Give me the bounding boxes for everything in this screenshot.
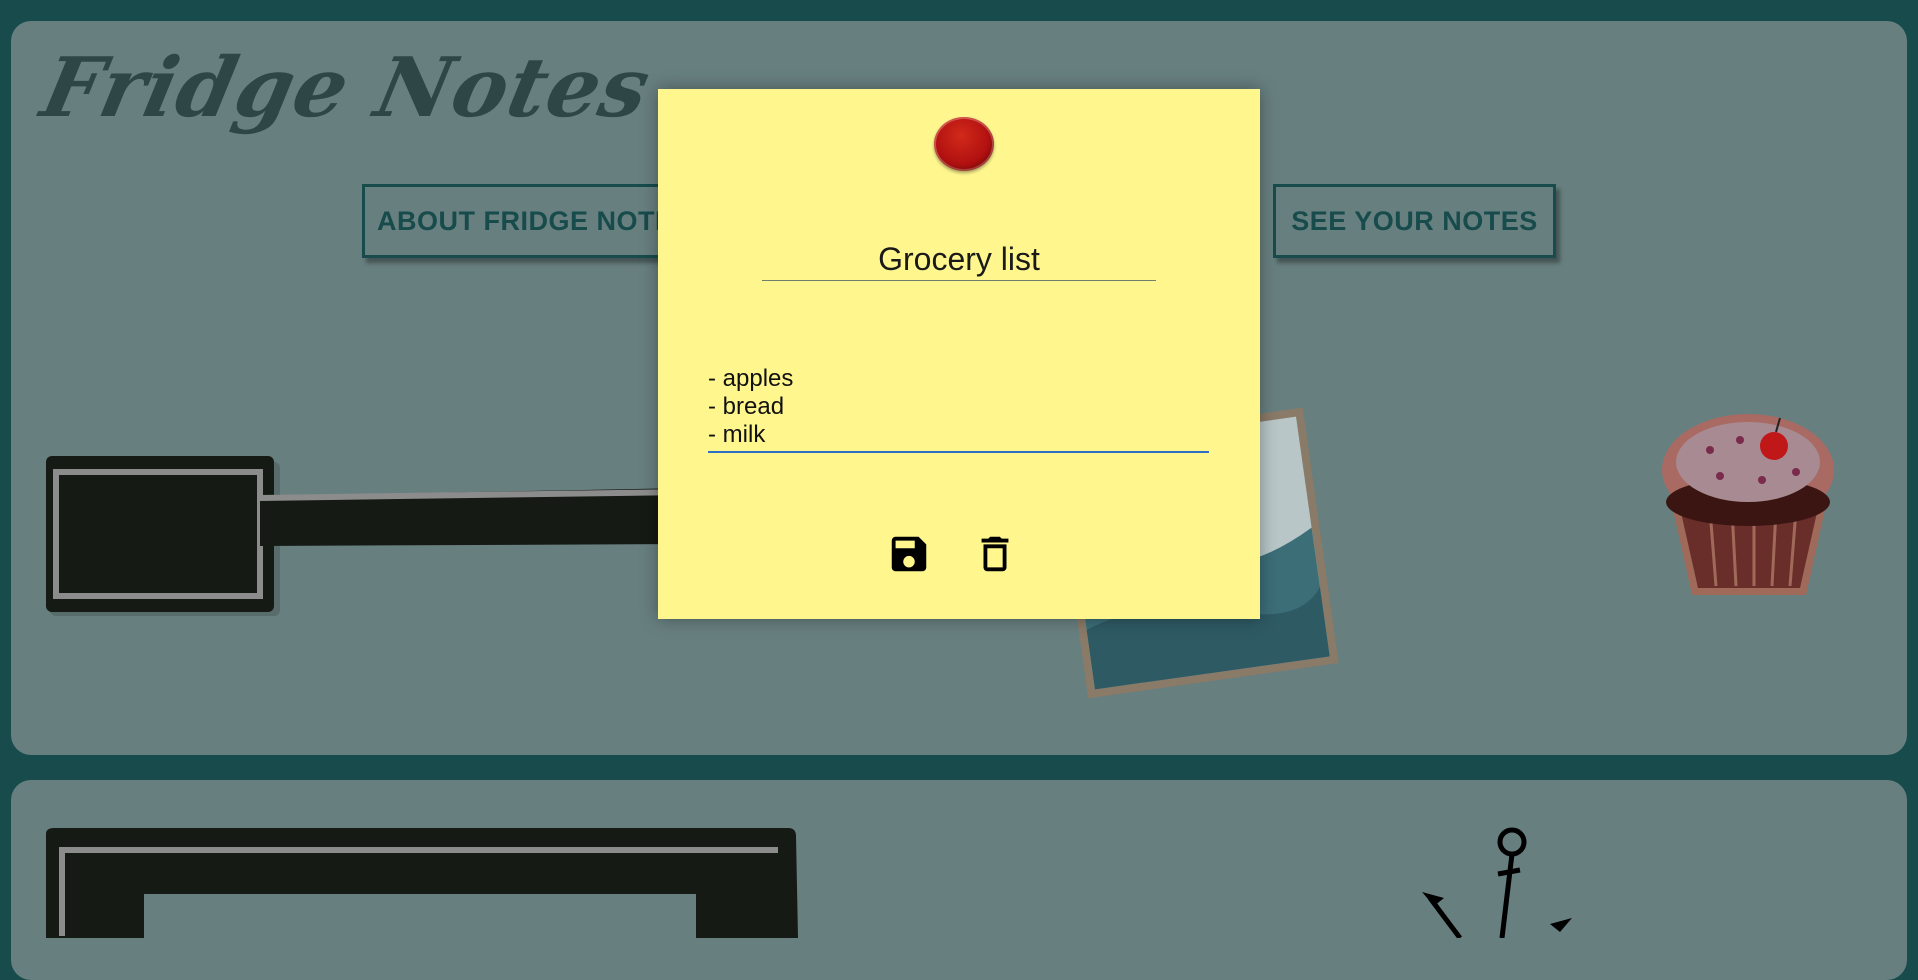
see-notes-button[interactable]: SEE YOUR NOTES [1273, 184, 1556, 258]
pin-icon [934, 117, 994, 171]
fridge-handle-top [46, 456, 686, 616]
anchor-magnet [1422, 827, 1572, 938]
fridge-handle-bottom [46, 828, 798, 938]
trash-icon [981, 536, 1009, 572]
note-body-textarea[interactable]: - apples - bread - milk [708, 365, 1209, 453]
note-title-input[interactable] [762, 241, 1156, 281]
delete-button[interactable] [972, 531, 1018, 577]
cupcake-magnet [1662, 414, 1834, 595]
about-button[interactable]: ABOUT FRIDGE NOTES [362, 184, 662, 258]
app-title: Fridge Notes [33, 40, 659, 136]
save-button[interactable] [886, 531, 932, 577]
save-icon [891, 536, 927, 572]
note-card: - apples - bread - milk [658, 89, 1260, 619]
